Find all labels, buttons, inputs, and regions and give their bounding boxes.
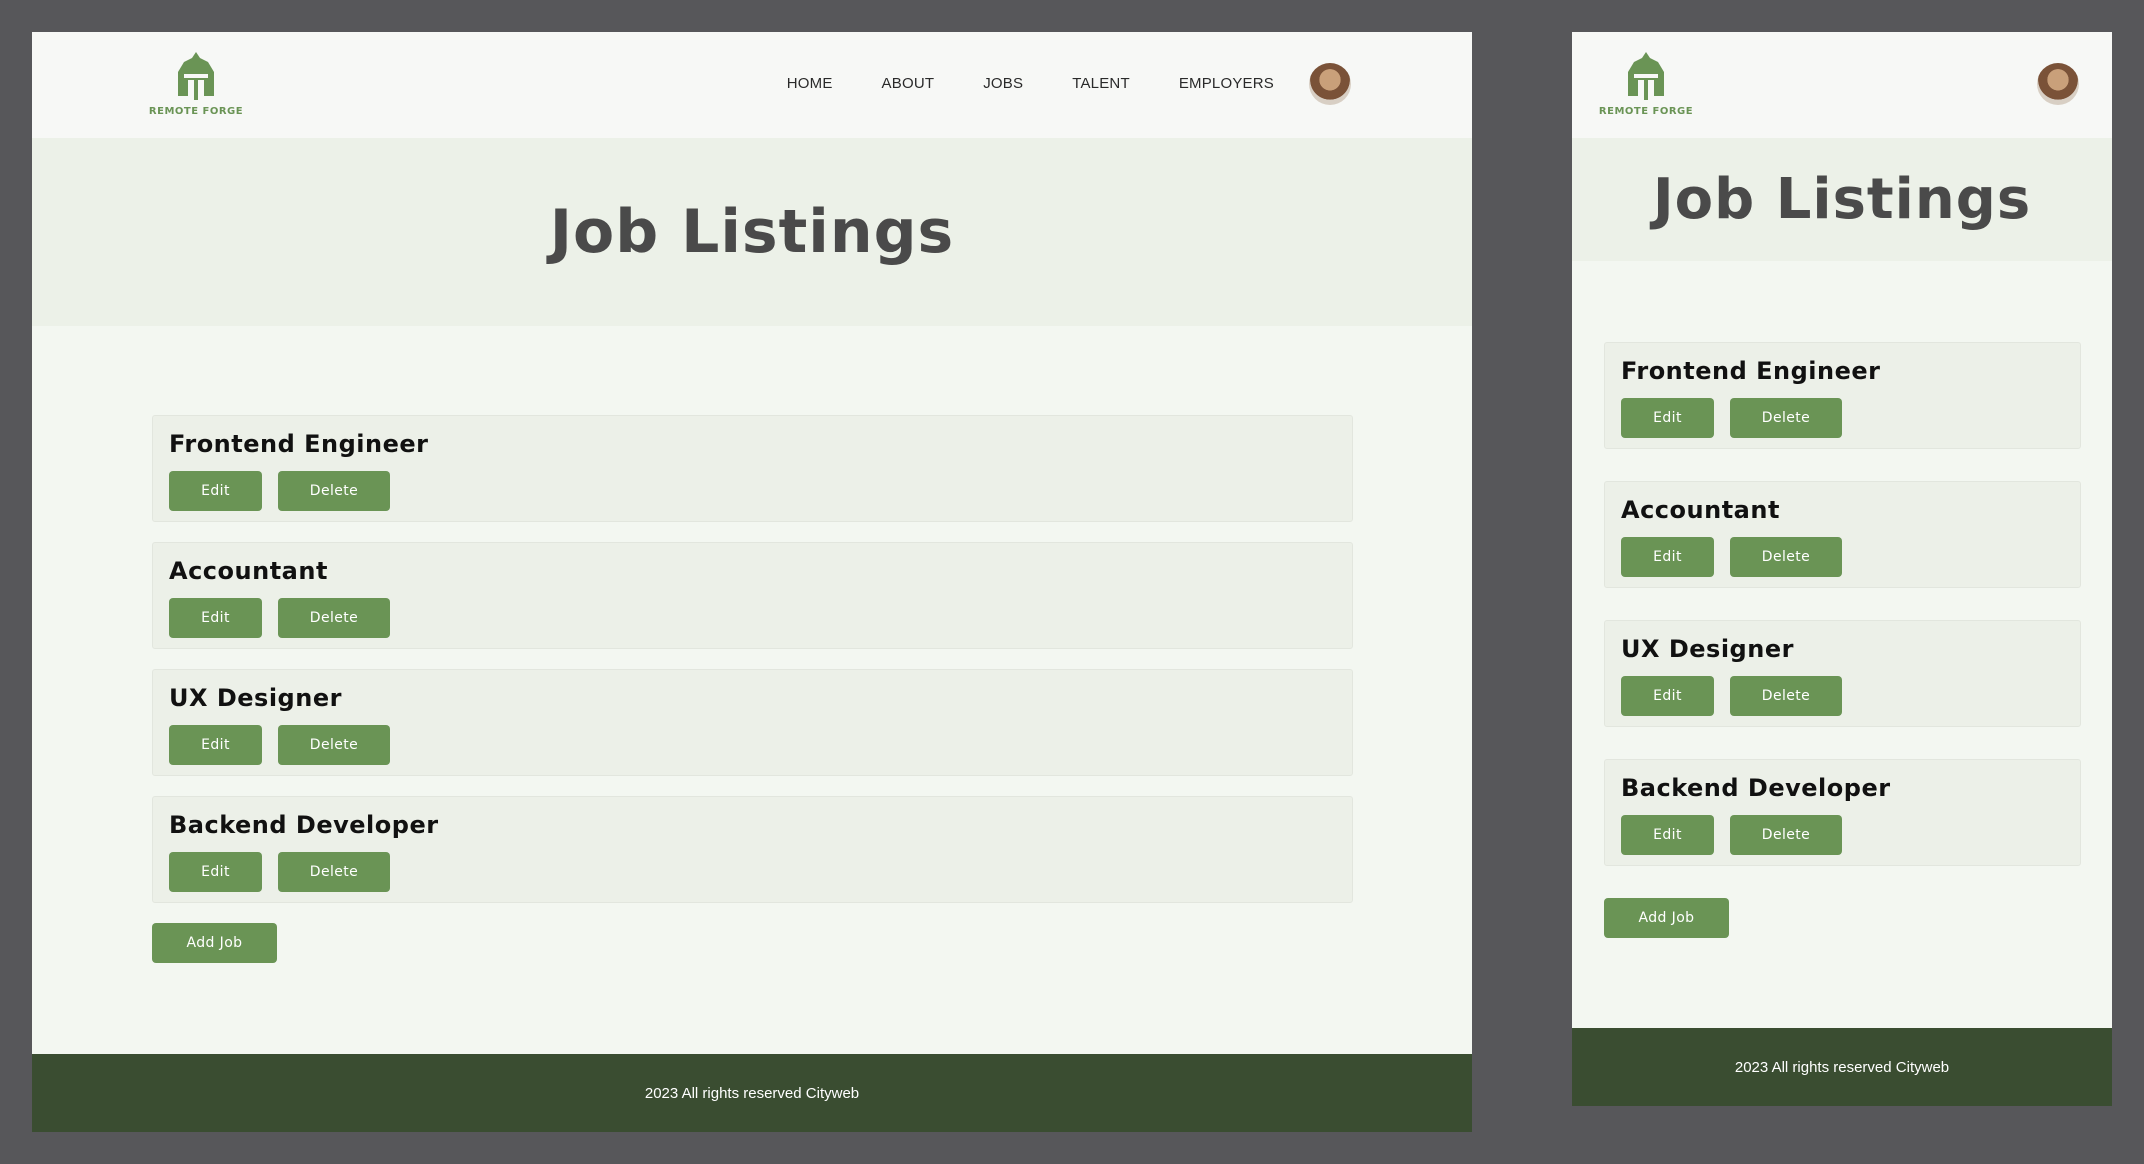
job-title: Accountant	[169, 557, 328, 585]
job-actions: Edit Delete	[1621, 398, 2064, 438]
delete-button[interactable]: Delete	[1730, 815, 1842, 855]
brand-logo[interactable]: REMOTE FORGE	[1598, 50, 1694, 122]
edit-button[interactable]: Edit	[169, 598, 262, 638]
edit-button[interactable]: Edit	[1621, 676, 1714, 716]
job-title: Backend Developer	[1621, 774, 1891, 802]
edit-button[interactable]: Edit	[1621, 815, 1714, 855]
job-card: UX Designer Edit Delete	[152, 669, 1353, 776]
knight-helmet-icon	[178, 52, 214, 100]
main-nav: HOME ABOUT JOBS TALENT EMPLOYERS	[787, 75, 1274, 92]
edit-button[interactable]: Edit	[1621, 537, 1714, 577]
job-list: Frontend Engineer Edit Delete Accountant…	[152, 415, 1353, 923]
edit-button[interactable]: Edit	[169, 471, 262, 511]
delete-button[interactable]: Delete	[278, 725, 390, 765]
page-hero: Job Listings	[32, 138, 1472, 326]
add-job-button[interactable]: Add Job	[152, 923, 277, 963]
edit-button[interactable]: Edit	[169, 725, 262, 765]
nav-item-jobs[interactable]: JOBS	[983, 75, 1023, 92]
delete-button[interactable]: Delete	[1730, 676, 1842, 716]
site-footer: 2023 All rights reserved Cityweb	[32, 1054, 1472, 1132]
job-card: Backend Developer Edit Delete	[152, 796, 1353, 903]
mobile-viewport: REMOTE FORGE Job Listings Frontend Engin…	[1572, 32, 2112, 1106]
job-card: Frontend Engineer Edit Delete	[1604, 342, 2081, 449]
job-actions: Edit Delete	[169, 852, 1336, 892]
site-footer: 2023 All rights reserved Cityweb	[1572, 1028, 2112, 1106]
job-actions: Edit Delete	[1621, 815, 2064, 855]
job-title: Backend Developer	[169, 811, 439, 839]
delete-button[interactable]: Delete	[278, 852, 390, 892]
edit-button[interactable]: Edit	[169, 852, 262, 892]
add-job-wrap: Add Job	[1604, 898, 1729, 938]
job-actions: Edit Delete	[169, 725, 1336, 765]
brand-name: REMOTE FORGE	[1598, 106, 1694, 117]
job-card: Accountant Edit Delete	[1604, 481, 2081, 588]
job-actions: Edit Delete	[169, 598, 1336, 638]
nav-item-about[interactable]: ABOUT	[882, 75, 935, 92]
job-actions: Edit Delete	[1621, 537, 2064, 577]
page-title: Job Listings	[1652, 167, 2032, 232]
user-avatar[interactable]	[2037, 63, 2079, 105]
site-header: REMOTE FORGE	[1572, 32, 2112, 138]
delete-button[interactable]: Delete	[1730, 398, 1842, 438]
footer-text: 2023 All rights reserved Cityweb	[1734, 1058, 1950, 1076]
page-title: Job Listings	[549, 197, 955, 267]
user-avatar[interactable]	[1309, 63, 1351, 105]
job-title: UX Designer	[1621, 635, 1794, 663]
edit-button[interactable]: Edit	[1621, 398, 1714, 438]
footer-text: 2023 All rights reserved Cityweb	[644, 1084, 860, 1102]
delete-button[interactable]: Delete	[1730, 537, 1842, 577]
nav-item-employers[interactable]: EMPLOYERS	[1179, 75, 1274, 92]
knight-helmet-icon	[1628, 52, 1664, 100]
page-hero: Job Listings	[1572, 138, 2112, 261]
job-card: Frontend Engineer Edit Delete	[152, 415, 1353, 522]
job-title: UX Designer	[169, 684, 342, 712]
add-job-wrap: Add Job	[152, 923, 277, 963]
brand-name: REMOTE FORGE	[148, 106, 244, 117]
job-card: Accountant Edit Delete	[152, 542, 1353, 649]
job-card: UX Designer Edit Delete	[1604, 620, 2081, 727]
job-card: Backend Developer Edit Delete	[1604, 759, 2081, 866]
brand-logo[interactable]: REMOTE FORGE	[148, 50, 244, 122]
nav-item-home[interactable]: HOME	[787, 75, 833, 92]
site-header: REMOTE FORGE HOME ABOUT JOBS TALENT EMPL…	[32, 32, 1472, 138]
desktop-viewport: REMOTE FORGE HOME ABOUT JOBS TALENT EMPL…	[32, 32, 1472, 1132]
delete-button[interactable]: Delete	[278, 598, 390, 638]
job-list: Frontend Engineer Edit Delete Accountant…	[1604, 342, 2081, 898]
job-title: Accountant	[1621, 496, 1780, 524]
add-job-button[interactable]: Add Job	[1604, 898, 1729, 938]
nav-item-talent[interactable]: TALENT	[1072, 75, 1130, 92]
job-actions: Edit Delete	[169, 471, 1336, 511]
job-actions: Edit Delete	[1621, 676, 2064, 716]
delete-button[interactable]: Delete	[278, 471, 390, 511]
job-title: Frontend Engineer	[169, 430, 429, 458]
job-title: Frontend Engineer	[1621, 357, 1881, 385]
